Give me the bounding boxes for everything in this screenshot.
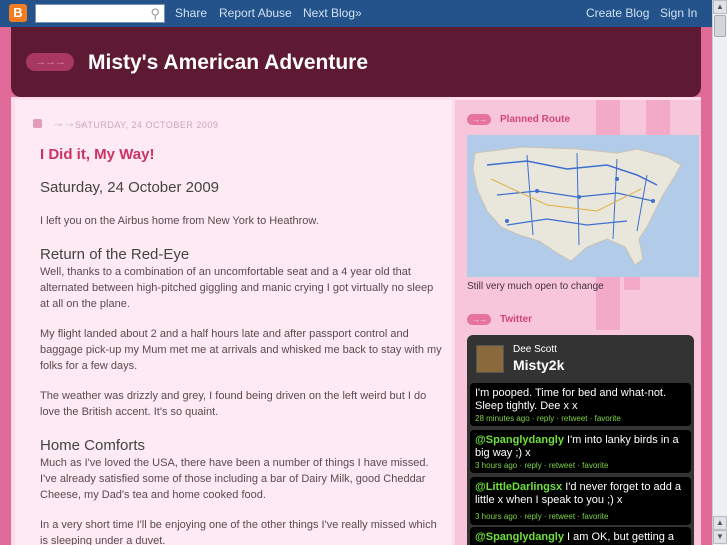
post-paragraph: I left you on the Airbus home from New Y… (40, 215, 319, 227)
tweet-text: @LittleDarlingsx I'd never forget to add… (475, 481, 682, 506)
twitter-display-name: Dee Scott (513, 344, 557, 355)
post-date: Saturday, 24 October 2009 (40, 179, 220, 196)
tweet-item: @Spanglydangly I am OK, but getting a bi… (470, 527, 691, 545)
scroll-up-lower-icon[interactable]: ▲ (713, 516, 727, 530)
sign-in-link[interactable]: Sign In (660, 6, 697, 21)
next-blog-link[interactable]: Next Blog» (303, 6, 362, 21)
post-title[interactable]: I Did it, My Way! (40, 146, 154, 163)
search-input[interactable]: ⚲ (35, 4, 165, 23)
date-bullet-icon (33, 119, 42, 128)
post-paragraph: In a very short time I'll be enjoying on… (40, 519, 437, 545)
date-header: SATURDAY, 24 OCTOBER 2009 (75, 120, 219, 130)
post-paragraph: The weather was drizzly and grey, I foun… (40, 390, 427, 418)
tweet-item: @Spanglydangly I'm into lanky birds in a… (470, 430, 691, 473)
blog-header: →→→ Misty's American Adventure (11, 27, 701, 97)
usa-map-icon (467, 135, 699, 277)
post-paragraph: My flight landed about 2 and a half hour… (40, 328, 442, 372)
report-abuse-link[interactable]: Report Abuse (219, 6, 292, 21)
planned-route-title: Planned Route (500, 114, 571, 125)
tweet-mention[interactable]: @Spanglydangly (475, 434, 564, 446)
blog-title[interactable]: Misty's American Adventure (88, 50, 368, 76)
arrow-pill-icon: →→ (467, 314, 491, 325)
post-subheading: Home Comforts (40, 437, 146, 454)
vertical-scrollbar[interactable]: ▲ ▲ ▼ (712, 0, 727, 545)
tweet-text: I'm pooped. Time for bed and what-not. S… (475, 387, 667, 412)
create-blog-link[interactable]: Create Blog (586, 6, 649, 21)
tweet-item: I'm pooped. Time for bed and what-not. S… (470, 383, 691, 426)
tweet-meta[interactable]: 3 hours ago · reply · retweet · favorite (475, 512, 608, 521)
blogger-logo-icon[interactable]: B (9, 4, 27, 22)
map-caption: Still very much open to change (467, 281, 604, 292)
blogger-navbar: B ⚲ Share Report Abuse Next Blog» Create… (0, 0, 712, 27)
arrow-pill-icon: →→→ (26, 53, 74, 71)
scroll-up-icon[interactable]: ▲ (713, 0, 727, 14)
scroll-down-icon[interactable]: ▼ (713, 530, 727, 544)
twitter-widget: Dee Scott Misty2k I'm pooped. Time for b… (467, 335, 694, 545)
post-subheading: Return of the Red-Eye (40, 246, 190, 263)
post-paragraph: Well, thanks to a combination of an unco… (40, 266, 434, 310)
tweet-text: @Spanglydangly I'm into lanky birds in a… (475, 434, 679, 459)
tweet-meta[interactable]: 28 minutes ago · reply · retweet · favor… (475, 414, 621, 423)
post-paragraph: Much as I've loved the USA, there have b… (40, 457, 429, 501)
tweet-text: @Spanglydangly I am OK, but getting a bi… (475, 531, 675, 545)
scroll-thumb[interactable] (714, 15, 726, 37)
twitter-handle[interactable]: Misty2k (513, 357, 564, 373)
tweet-mention[interactable]: @Spanglydangly (475, 531, 564, 543)
share-link[interactable]: Share (175, 6, 207, 21)
twitter-title: Twitter (500, 314, 533, 325)
tweet-meta[interactable]: 3 hours ago · reply · retweet · favorite (475, 461, 608, 470)
tweet-mention[interactable]: @LittleDarlingsx (475, 481, 562, 493)
arrow-pill-icon: →→ (467, 114, 491, 125)
route-map[interactable] (467, 135, 699, 277)
avatar[interactable] (476, 345, 504, 373)
search-icon[interactable]: ⚲ (150, 6, 160, 22)
tweet-item: @LittleDarlingsx I'd never forget to add… (470, 477, 691, 525)
